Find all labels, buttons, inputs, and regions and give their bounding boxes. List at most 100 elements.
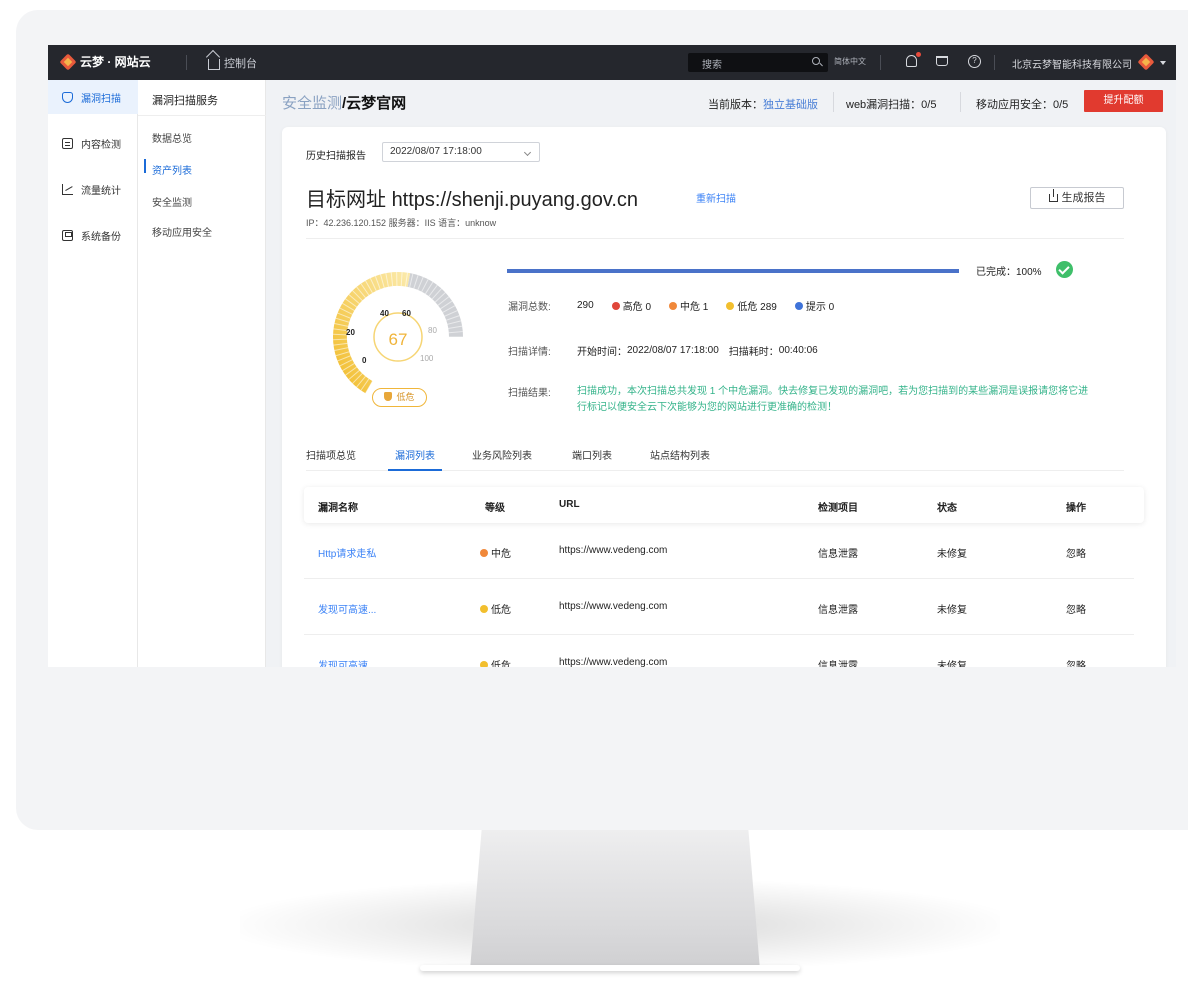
web-scan-quota: web漏洞扫描：0/5 bbox=[846, 99, 937, 111]
detail-label: 扫描详情: bbox=[508, 347, 551, 358]
history-label: 历史扫描报告 bbox=[306, 151, 366, 162]
sidebar-item-label: 漏洞扫描 bbox=[81, 93, 121, 105]
generate-report-button[interactable]: 生成报告 bbox=[1030, 187, 1124, 209]
brand-name: 云梦 · 网站云 bbox=[80, 55, 151, 69]
vuln-name-link[interactable]: 发现可高速... bbox=[318, 657, 376, 667]
table-row: 发现可高速... 低危 https://www.vedeng.com 信息泄露 … bbox=[304, 635, 1134, 667]
primary-sidebar: 漏洞扫描 内容检测 流量统计 系统备份 bbox=[48, 80, 138, 667]
status-cell: 未修复 bbox=[937, 605, 967, 616]
site-meta: IP：42.236.120.152 服务器：IIS 语言：unknow bbox=[306, 218, 497, 228]
ignore-link[interactable]: 忽略 bbox=[1066, 657, 1086, 667]
company-name[interactable]: 北京云梦智能科技有限公司 bbox=[1012, 56, 1132, 71]
console-link[interactable]: 控制台 bbox=[208, 55, 257, 71]
breadcrumb: 安全监测/云梦官网 bbox=[282, 92, 406, 113]
severity-info: 提示 0 bbox=[794, 298, 834, 313]
column-header: 状态 bbox=[937, 503, 957, 514]
chevron-down-icon bbox=[523, 148, 532, 157]
ignore-link[interactable]: 忽略 bbox=[1066, 601, 1086, 616]
check-item-cell: 信息泄露 bbox=[818, 549, 858, 560]
upgrade-quota-button[interactable]: 提升配额 bbox=[1084, 90, 1163, 112]
submenu-title: 漏洞扫描服务 bbox=[138, 80, 266, 116]
check-circle-icon bbox=[1056, 261, 1073, 278]
notification-dot bbox=[916, 52, 921, 57]
level-cell: 低危 bbox=[480, 601, 511, 616]
level-label: 低危 bbox=[491, 661, 511, 667]
divider bbox=[833, 92, 834, 112]
gauge-tick bbox=[333, 333, 348, 336]
search-placeholder: 搜索 bbox=[702, 60, 722, 71]
version-link[interactable]: 独立基础版 bbox=[763, 99, 818, 111]
chevron-down-icon[interactable] bbox=[1160, 61, 1166, 65]
scan-progress-bar bbox=[507, 269, 959, 273]
search-icon[interactable] bbox=[812, 57, 820, 65]
tab-site-structure[interactable]: 站点结构列表 bbox=[650, 447, 710, 462]
vuln-total: 290 bbox=[577, 300, 594, 311]
vuln-name-link[interactable]: 发现可高速... bbox=[318, 601, 376, 616]
severity-high: 高危 0 bbox=[611, 298, 651, 313]
sidebar-item-label: 流量统计 bbox=[81, 185, 121, 197]
column-header: 检测项目 bbox=[818, 503, 858, 514]
rescan-link[interactable]: 重新扫描 bbox=[696, 190, 736, 205]
mobile-security-quota: 移动应用安全：0/5 bbox=[976, 99, 1069, 111]
tab-overview[interactable]: 扫描项总览 bbox=[306, 447, 356, 462]
medium-dot-icon bbox=[480, 548, 488, 557]
history-value: 2022/08/07 17:18:00 bbox=[390, 146, 482, 157]
avatar[interactable] bbox=[1138, 54, 1154, 70]
column-header: URL bbox=[559, 499, 580, 510]
line-chart-icon bbox=[62, 183, 73, 195]
gauge-tick-label: 40 bbox=[380, 309, 389, 318]
table-row: Http请求走私 中危 https://www.vedeng.com 信息泄露 … bbox=[304, 523, 1134, 579]
info-dot-icon bbox=[794, 301, 803, 310]
progress-text: 已完成：100% bbox=[976, 267, 1042, 278]
search-input[interactable]: 搜索 bbox=[688, 53, 828, 72]
medium-dot-icon bbox=[669, 301, 678, 310]
start-label: 开始时间： bbox=[577, 347, 627, 358]
divider bbox=[994, 55, 995, 70]
status-cell: 未修复 bbox=[937, 661, 967, 667]
table-row: 发现可高速... 低危 https://www.vedeng.com 信息泄露 … bbox=[304, 579, 1134, 635]
sidebar-item-traffic-stats[interactable]: 流量统计 bbox=[48, 172, 138, 206]
submenu-item-overview[interactable]: 数据总览 bbox=[152, 130, 192, 145]
breadcrumb-current: /云梦官网 bbox=[342, 95, 407, 112]
tab-vuln-list[interactable]: 漏洞列表 bbox=[395, 447, 435, 462]
level-label: 低危 bbox=[491, 605, 511, 616]
submenu-item-assets[interactable]: 资产列表 bbox=[152, 162, 192, 177]
cart-icon[interactable] bbox=[936, 56, 948, 66]
vuln-name-link[interactable]: Http请求走私 bbox=[318, 545, 376, 560]
status-cell: 未修复 bbox=[937, 549, 967, 560]
high-dot-icon bbox=[611, 301, 620, 310]
help-icon[interactable]: ? bbox=[968, 55, 981, 68]
shield-icon bbox=[62, 91, 73, 103]
report-tabs: 扫描项总览 漏洞列表 业务风险列表 端口列表 站点结构列表 bbox=[306, 447, 1124, 471]
sidebar-item-content-check[interactable]: 内容检测 bbox=[48, 126, 138, 160]
tab-ports[interactable]: 端口列表 bbox=[572, 447, 612, 462]
check-item-cell: 信息泄露 bbox=[818, 661, 858, 667]
submenu-item-security-monitor[interactable]: 安全监测 bbox=[152, 194, 192, 209]
gauge-tick bbox=[333, 338, 348, 341]
app-screen: 云梦 · 网站云 控制台 搜索 简体中文 ? 北京云梦智能科技有限公司 漏洞扫描… bbox=[48, 45, 1176, 667]
breadcrumb-parent[interactable]: 安全监测 bbox=[282, 95, 342, 112]
language-switch[interactable]: 简体中文 bbox=[834, 56, 866, 67]
bell-icon[interactable] bbox=[906, 55, 917, 67]
column-header: 操作 bbox=[1066, 503, 1086, 514]
history-select[interactable]: 2022/08/07 17:18:00 bbox=[382, 142, 540, 162]
gauge-tick-label: 20 bbox=[346, 328, 355, 337]
secondary-sidebar: 漏洞扫描服务 数据总览 资产列表 安全监测 移动应用安全 bbox=[138, 80, 266, 667]
active-tab-indicator bbox=[388, 469, 442, 471]
sidebar-item-system-backup[interactable]: 系统备份 bbox=[48, 218, 138, 252]
low-dot-icon bbox=[480, 604, 488, 613]
start-time: 2022/08/07 17:18:00 bbox=[627, 345, 719, 356]
result-label: 扫描结果: bbox=[508, 388, 551, 399]
document-icon bbox=[62, 137, 73, 149]
ignore-link[interactable]: 忽略 bbox=[1066, 545, 1086, 560]
level-cell: 低危 bbox=[480, 657, 511, 667]
tab-business-risk[interactable]: 业务风险列表 bbox=[472, 447, 532, 462]
sidebar-item-vuln-scan[interactable]: 漏洞扫描 bbox=[48, 80, 138, 114]
scan-result-text: 扫描成功，本次扫描总共发现 1 个中危漏洞。快去修复已发现的漏洞吧，若为您扫描到… bbox=[577, 386, 1089, 413]
level-label: 中危 bbox=[491, 549, 511, 560]
gauge-tick-label: 80 bbox=[428, 326, 437, 335]
version-info: 当前版本：独立基础版 bbox=[708, 96, 818, 112]
brand-logo[interactable]: 云梦 · 网站云 bbox=[60, 53, 151, 70]
gauge-tick-label: 100 bbox=[420, 354, 434, 363]
submenu-item-mobile-security[interactable]: 移动应用安全 bbox=[152, 224, 212, 239]
